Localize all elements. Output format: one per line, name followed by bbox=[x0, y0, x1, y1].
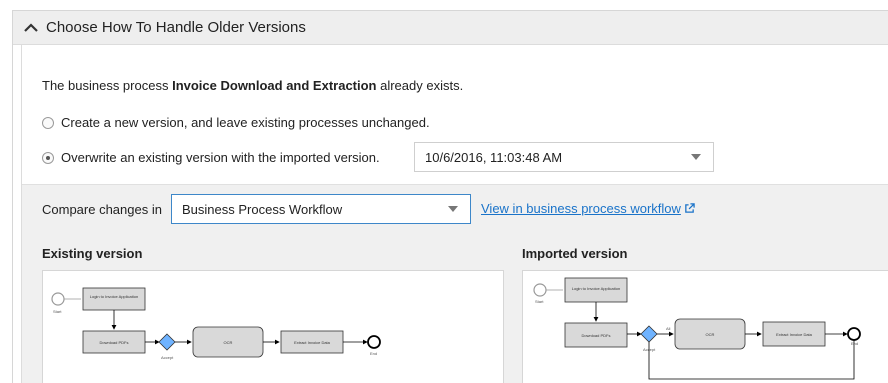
view-workflow-link[interactable]: View in business process workflow bbox=[481, 201, 695, 216]
intro-prefix: The business process bbox=[42, 78, 173, 93]
intro-suffix: already exists. bbox=[376, 78, 464, 93]
download-task-label: Download PDFs bbox=[100, 340, 129, 345]
compare-panel: Compare changes in Business Process Work… bbox=[22, 184, 888, 383]
start-label: Start bbox=[535, 299, 544, 304]
create-new-version-radio[interactable] bbox=[42, 116, 54, 129]
intro-text: The business process Invoice Download an… bbox=[42, 78, 463, 93]
login-task-label: Login to Invoice Application bbox=[572, 286, 620, 291]
section-body: The business process Invoice Download an… bbox=[21, 45, 888, 383]
compare-label: Compare changes in bbox=[42, 202, 162, 217]
end-label: End bbox=[851, 341, 858, 346]
gateway bbox=[158, 333, 176, 351]
existing-version-title: Existing version bbox=[42, 246, 143, 261]
all-label: All bbox=[666, 326, 671, 331]
accept-label: Accept bbox=[161, 355, 174, 360]
end-event bbox=[847, 327, 861, 341]
extract-task-label: Extract Invoice Data bbox=[294, 340, 331, 345]
external-link-icon[interactable] bbox=[684, 203, 695, 214]
ocr-task-label: OCR bbox=[224, 340, 233, 345]
chevron-down-icon[interactable] bbox=[691, 154, 701, 160]
overwrite-version-radio[interactable] bbox=[42, 151, 54, 164]
chevron-up-icon[interactable] bbox=[23, 20, 39, 36]
end-event bbox=[367, 335, 381, 349]
ocr-task-label: OCR bbox=[706, 332, 715, 337]
start-event bbox=[533, 283, 547, 297]
extract-task-label: Extract Invoice Data bbox=[776, 332, 813, 337]
overwrite-version-option[interactable]: Overwrite an existing version with the i… bbox=[42, 150, 380, 165]
gateway bbox=[640, 325, 658, 343]
version-select[interactable]: 10/6/2016, 11:03:48 AM bbox=[414, 142, 714, 172]
imported-version-diagram: Start Login to Invoice Application Downl… bbox=[522, 270, 888, 383]
create-new-version-label[interactable]: Create a new version, and leave existing… bbox=[61, 115, 430, 130]
compare-select[interactable]: Business Process Workflow bbox=[171, 194, 471, 224]
accept-label: Accept bbox=[643, 347, 656, 352]
login-task-label: Login to Invoice Application bbox=[90, 294, 138, 299]
create-new-version-option[interactable]: Create a new version, and leave existing… bbox=[42, 115, 430, 130]
login-task bbox=[82, 287, 146, 311]
start-event bbox=[51, 292, 65, 306]
imported-version-title: Imported version bbox=[522, 246, 628, 261]
compare-select-value: Business Process Workflow bbox=[182, 201, 343, 217]
section-header[interactable]: Choose How To Handle Older Versions bbox=[13, 11, 888, 45]
view-workflow-link-text[interactable]: View in business process workflow bbox=[481, 201, 681, 216]
download-task-label: Download PDFs bbox=[582, 333, 611, 338]
existing-version-diagram: Start Login to Invoice Application Downl… bbox=[42, 270, 504, 383]
overwrite-version-label[interactable]: Overwrite an existing version with the i… bbox=[61, 150, 380, 165]
section-title: Choose How To Handle Older Versions bbox=[46, 19, 306, 36]
version-select-value: 10/6/2016, 11:03:48 AM bbox=[425, 149, 563, 165]
end-label: End bbox=[370, 351, 377, 356]
older-versions-section: Choose How To Handle Older Versions The … bbox=[12, 10, 888, 383]
process-name: Invoice Download and Extraction bbox=[172, 78, 377, 93]
chevron-down-icon[interactable] bbox=[448, 206, 458, 212]
start-label: Start bbox=[53, 309, 62, 314]
